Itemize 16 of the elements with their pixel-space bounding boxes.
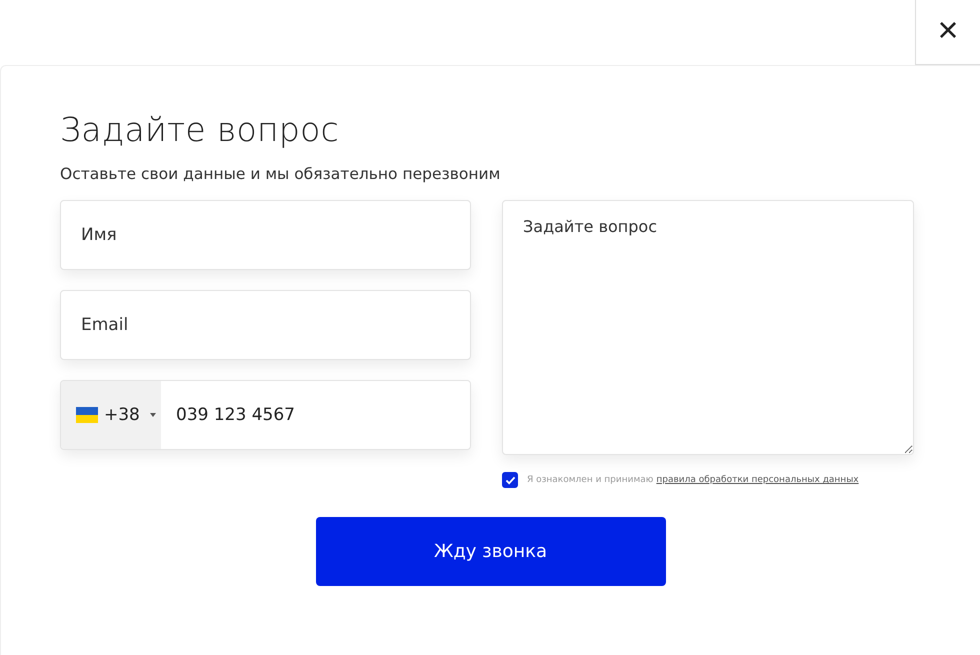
country-selector[interactable]: +38 bbox=[61, 381, 161, 449]
caret-icon bbox=[150, 413, 156, 417]
check-icon bbox=[504, 476, 516, 484]
policy-link[interactable]: правила обработки персональных данных bbox=[656, 475, 859, 485]
flag-icon bbox=[76, 407, 98, 423]
phone-field[interactable]: +38 039 123 4567 bbox=[60, 380, 471, 450]
form-subtitle: Оставьте свои данные и мы обязательно перезвоним bbox=[60, 165, 502, 183]
close-button[interactable]: × bbox=[915, 0, 980, 65]
name-field[interactable]: Имя bbox=[60, 200, 471, 270]
consent-checkbox[interactable] bbox=[502, 472, 518, 488]
email-field[interactable]: Email bbox=[60, 290, 471, 360]
form-title: Задайте вопрос bbox=[60, 110, 340, 149]
consent-text: Я ознакомлен и принимаю bbox=[527, 475, 654, 485]
question-field[interactable]: Задайте вопрос bbox=[502, 200, 914, 455]
submit-button[interactable]: Жду звонка bbox=[316, 517, 666, 586]
country-code: +38 bbox=[104, 405, 140, 425]
